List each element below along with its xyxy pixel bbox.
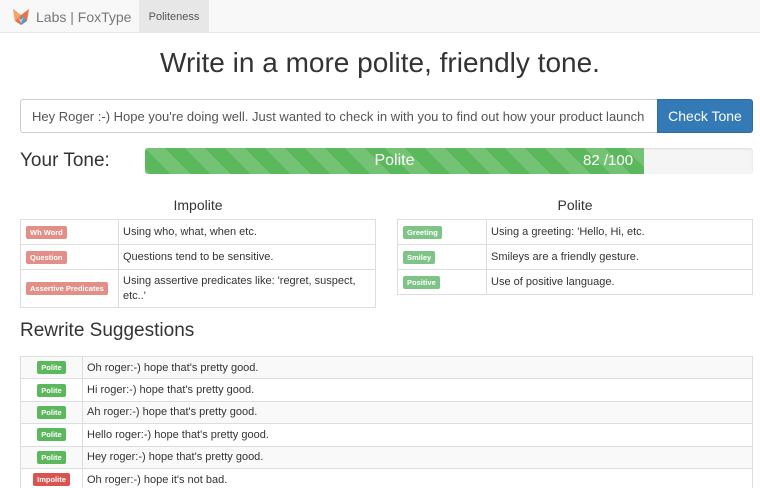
rewrite-title: Rewrite Suggestions [20, 320, 195, 341]
polite-tag: Positive [403, 275, 440, 289]
polite-tag: Smiley [403, 250, 436, 264]
impolite-desc: Using assertive predicates like: 'regret… [118, 269, 376, 308]
polite-title: Polite [557, 197, 593, 213]
rewrite-text: Ah roger:-) hope that's pretty good. [82, 400, 753, 425]
impolite-tag: Assertive Predicates [26, 282, 108, 295]
impolite-desc: Questions tend to be sensitive. [118, 244, 376, 270]
tone-label: Your Tone: [20, 150, 110, 171]
polite-badge: Polite [37, 450, 66, 464]
rewrite-row[interactable]: Polite Oh roger:-) hope that's pretty go… [20, 355, 753, 380]
impolite-tag: Wh Word [26, 225, 67, 239]
tone-progress-bar: Polite 82 /100 [145, 148, 644, 174]
polite-badge: Polite [37, 361, 66, 375]
rewrite-row[interactable]: Polite Ah roger:-) hope that's pretty go… [20, 400, 753, 425]
navbar: Labs | FoxType Politeness [0, 0, 760, 33]
rewrite-table: Polite Oh roger:-) hope that's pretty go… [20, 355, 753, 488]
brand-link[interactable]: Labs | FoxType [12, 0, 131, 33]
rewrite-row[interactable]: Polite Hey roger:-) hope that's pretty g… [20, 445, 753, 469]
rewrite-row[interactable]: Polite Hello roger:-) hope that's pretty… [20, 423, 753, 447]
brand-text: Labs | FoxType [36, 8, 132, 25]
polite-row: Positive Use of positive language. [397, 269, 753, 295]
rewrite-text: Hi roger:-) hope that's pretty good. [82, 378, 753, 402]
impolite-row: Wh Word Using who, what, when etc. [20, 219, 376, 245]
polite-row: Greeting Using a greeting: 'Hello, Hi, e… [397, 219, 753, 245]
polite-desc: Using a greeting: 'Hello, Hi, etc. [486, 219, 753, 245]
polite-row: Smiley Smileys are a friendly gesture. [397, 244, 753, 270]
tone-progress: Polite 82 /100 [145, 148, 753, 174]
rewrite-text: Oh roger:-) hope that's pretty good. [82, 355, 753, 380]
tab-politeness[interactable]: Politeness [139, 0, 209, 33]
polite-badge: Polite [37, 428, 66, 442]
tone-result: Polite [374, 152, 415, 169]
check-tone-button[interactable]: Check Tone [657, 99, 753, 133]
impolite-table: Wh Word Using who, what, when etc. Quest… [20, 219, 376, 308]
impolite-row: Question Questions tend to be sensitive. [20, 244, 376, 270]
rewrite-row[interactable]: Impolite Oh roger:-) hope it's not bad. [20, 467, 753, 488]
polite-badge: Polite [37, 405, 66, 419]
rewrite-text: Hello roger:-) hope that's pretty good. [82, 423, 753, 447]
page-title: Write in a more polite, friendly tone. [160, 47, 600, 78]
impolite-badge: Impolite [33, 473, 70, 487]
fox-logo-icon [13, 8, 29, 25]
polite-badge: Polite [37, 383, 66, 397]
impolite-desc: Using who, what, when etc. [118, 219, 376, 245]
rewrite-text: Hey roger:-) hope that's pretty good. [82, 445, 753, 469]
polite-desc: Use of positive language. [486, 269, 753, 295]
rewrite-text: Oh roger:-) hope it's not bad. [82, 467, 753, 488]
message-input[interactable] [20, 99, 657, 133]
impolite-tag: Question [26, 250, 67, 264]
rewrite-row[interactable]: Polite Hi roger:-) hope that's pretty go… [20, 378, 753, 402]
polite-desc: Smileys are a friendly gesture. [486, 244, 753, 270]
impolite-row: Assertive Predicates Using assertive pre… [20, 269, 376, 308]
polite-table: Greeting Using a greeting: 'Hello, Hi, e… [397, 219, 753, 295]
impolite-title: Impolite [173, 197, 223, 213]
tone-score: 82 /100 [583, 152, 634, 169]
polite-tag: Greeting [403, 225, 442, 239]
